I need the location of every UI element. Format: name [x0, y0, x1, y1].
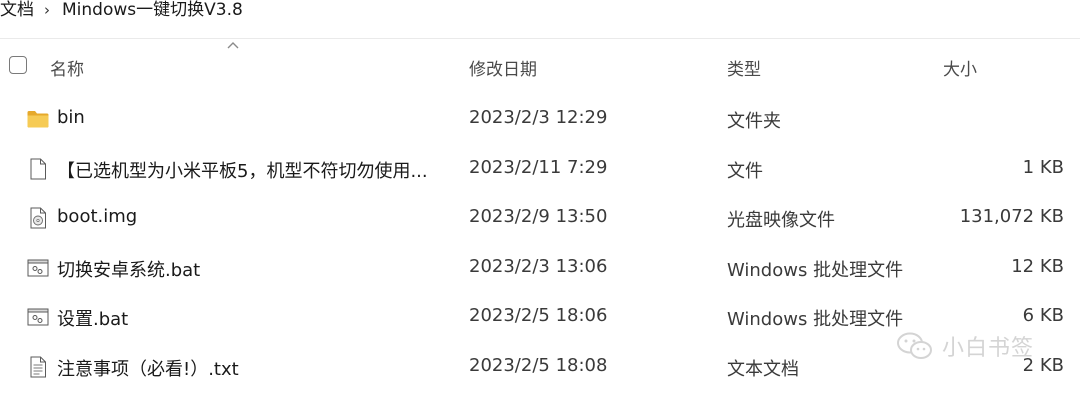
file-size: 131,072 KB [959, 206, 1064, 228]
header-divider [0, 38, 1080, 39]
file-name: bin [57, 107, 85, 128]
file-date: 2023/2/9 13:50 [469, 206, 608, 228]
chevron-right-icon: › [44, 1, 50, 19]
column-header-type[interactable]: 类型 [727, 55, 761, 80]
file-row[interactable]: boot.img 2023/2/9 13:50 光盘映像文件 131,072 K… [0, 194, 1080, 244]
file-date: 2023/2/3 13:06 [469, 255, 608, 277]
column-header-size[interactable]: 大小 [943, 55, 977, 80]
file-size: 12 KB [1011, 255, 1064, 277]
file-type: 光盘映像文件 [727, 210, 835, 232]
file-size: 1 KB [1022, 156, 1064, 178]
file-type: 文件夹 [727, 111, 781, 132]
breadcrumb-item-documents[interactable]: 文档 [0, 0, 34, 20]
select-all-checkbox[interactable] [9, 56, 27, 74]
file-type: Windows 批处理文件 [727, 259, 904, 281]
batch-file-icon [27, 308, 49, 326]
text-file-icon [30, 356, 46, 378]
file-date: 2023/2/3 12:29 [469, 107, 608, 128]
file-date: 2023/2/5 18:06 [469, 305, 608, 327]
file-name: boot.img [57, 206, 138, 228]
file-name: 切换安卓系统.bat [57, 259, 201, 281]
file-type: 文本文档 [727, 358, 799, 380]
file-name: 【已选机型为小米平板5，机型不符切勿使用... [57, 160, 428, 182]
file-type: Windows 批处理文件 [727, 309, 904, 331]
file-name: 注意事项（必看!）.txt [57, 358, 239, 380]
batch-file-icon [27, 259, 49, 277]
column-header-row: 名称 修改日期 类型 大小 [0, 48, 1080, 84]
folder-icon [27, 111, 49, 128]
file-row[interactable]: 【已选机型为小米平板5，机型不符切勿使用... 2023/2/11 7:29 文… [0, 145, 1080, 195]
file-row[interactable]: bin 2023/2/3 12:29 文件夹 [0, 95, 1080, 145]
breadcrumb: 文档 › Mindows一键切换V3.8 [0, 0, 243, 24]
file-date: 2023/2/5 18:08 [469, 354, 608, 376]
column-header-date-modified[interactable]: 修改日期 [469, 55, 537, 80]
disc-image-icon [30, 207, 46, 229]
file-type: 文件 [727, 160, 763, 182]
watermark: 小白书签 [896, 326, 1034, 366]
file-row[interactable]: 切换安卓系统.bat 2023/2/3 13:06 Windows 批处理文件 … [0, 244, 1080, 294]
file-date: 2023/2/11 7:29 [469, 156, 608, 178]
file-icon [30, 158, 46, 180]
wechat-icon [897, 332, 932, 359]
column-header-name[interactable]: 名称 [50, 55, 84, 80]
watermark-text: 小白书签 [942, 336, 1035, 361]
file-size: 6 KB [1022, 305, 1064, 327]
file-name: 设置.bat [57, 309, 129, 331]
breadcrumb-item-current-folder[interactable]: Mindows一键切换V3.8 [62, 0, 243, 20]
